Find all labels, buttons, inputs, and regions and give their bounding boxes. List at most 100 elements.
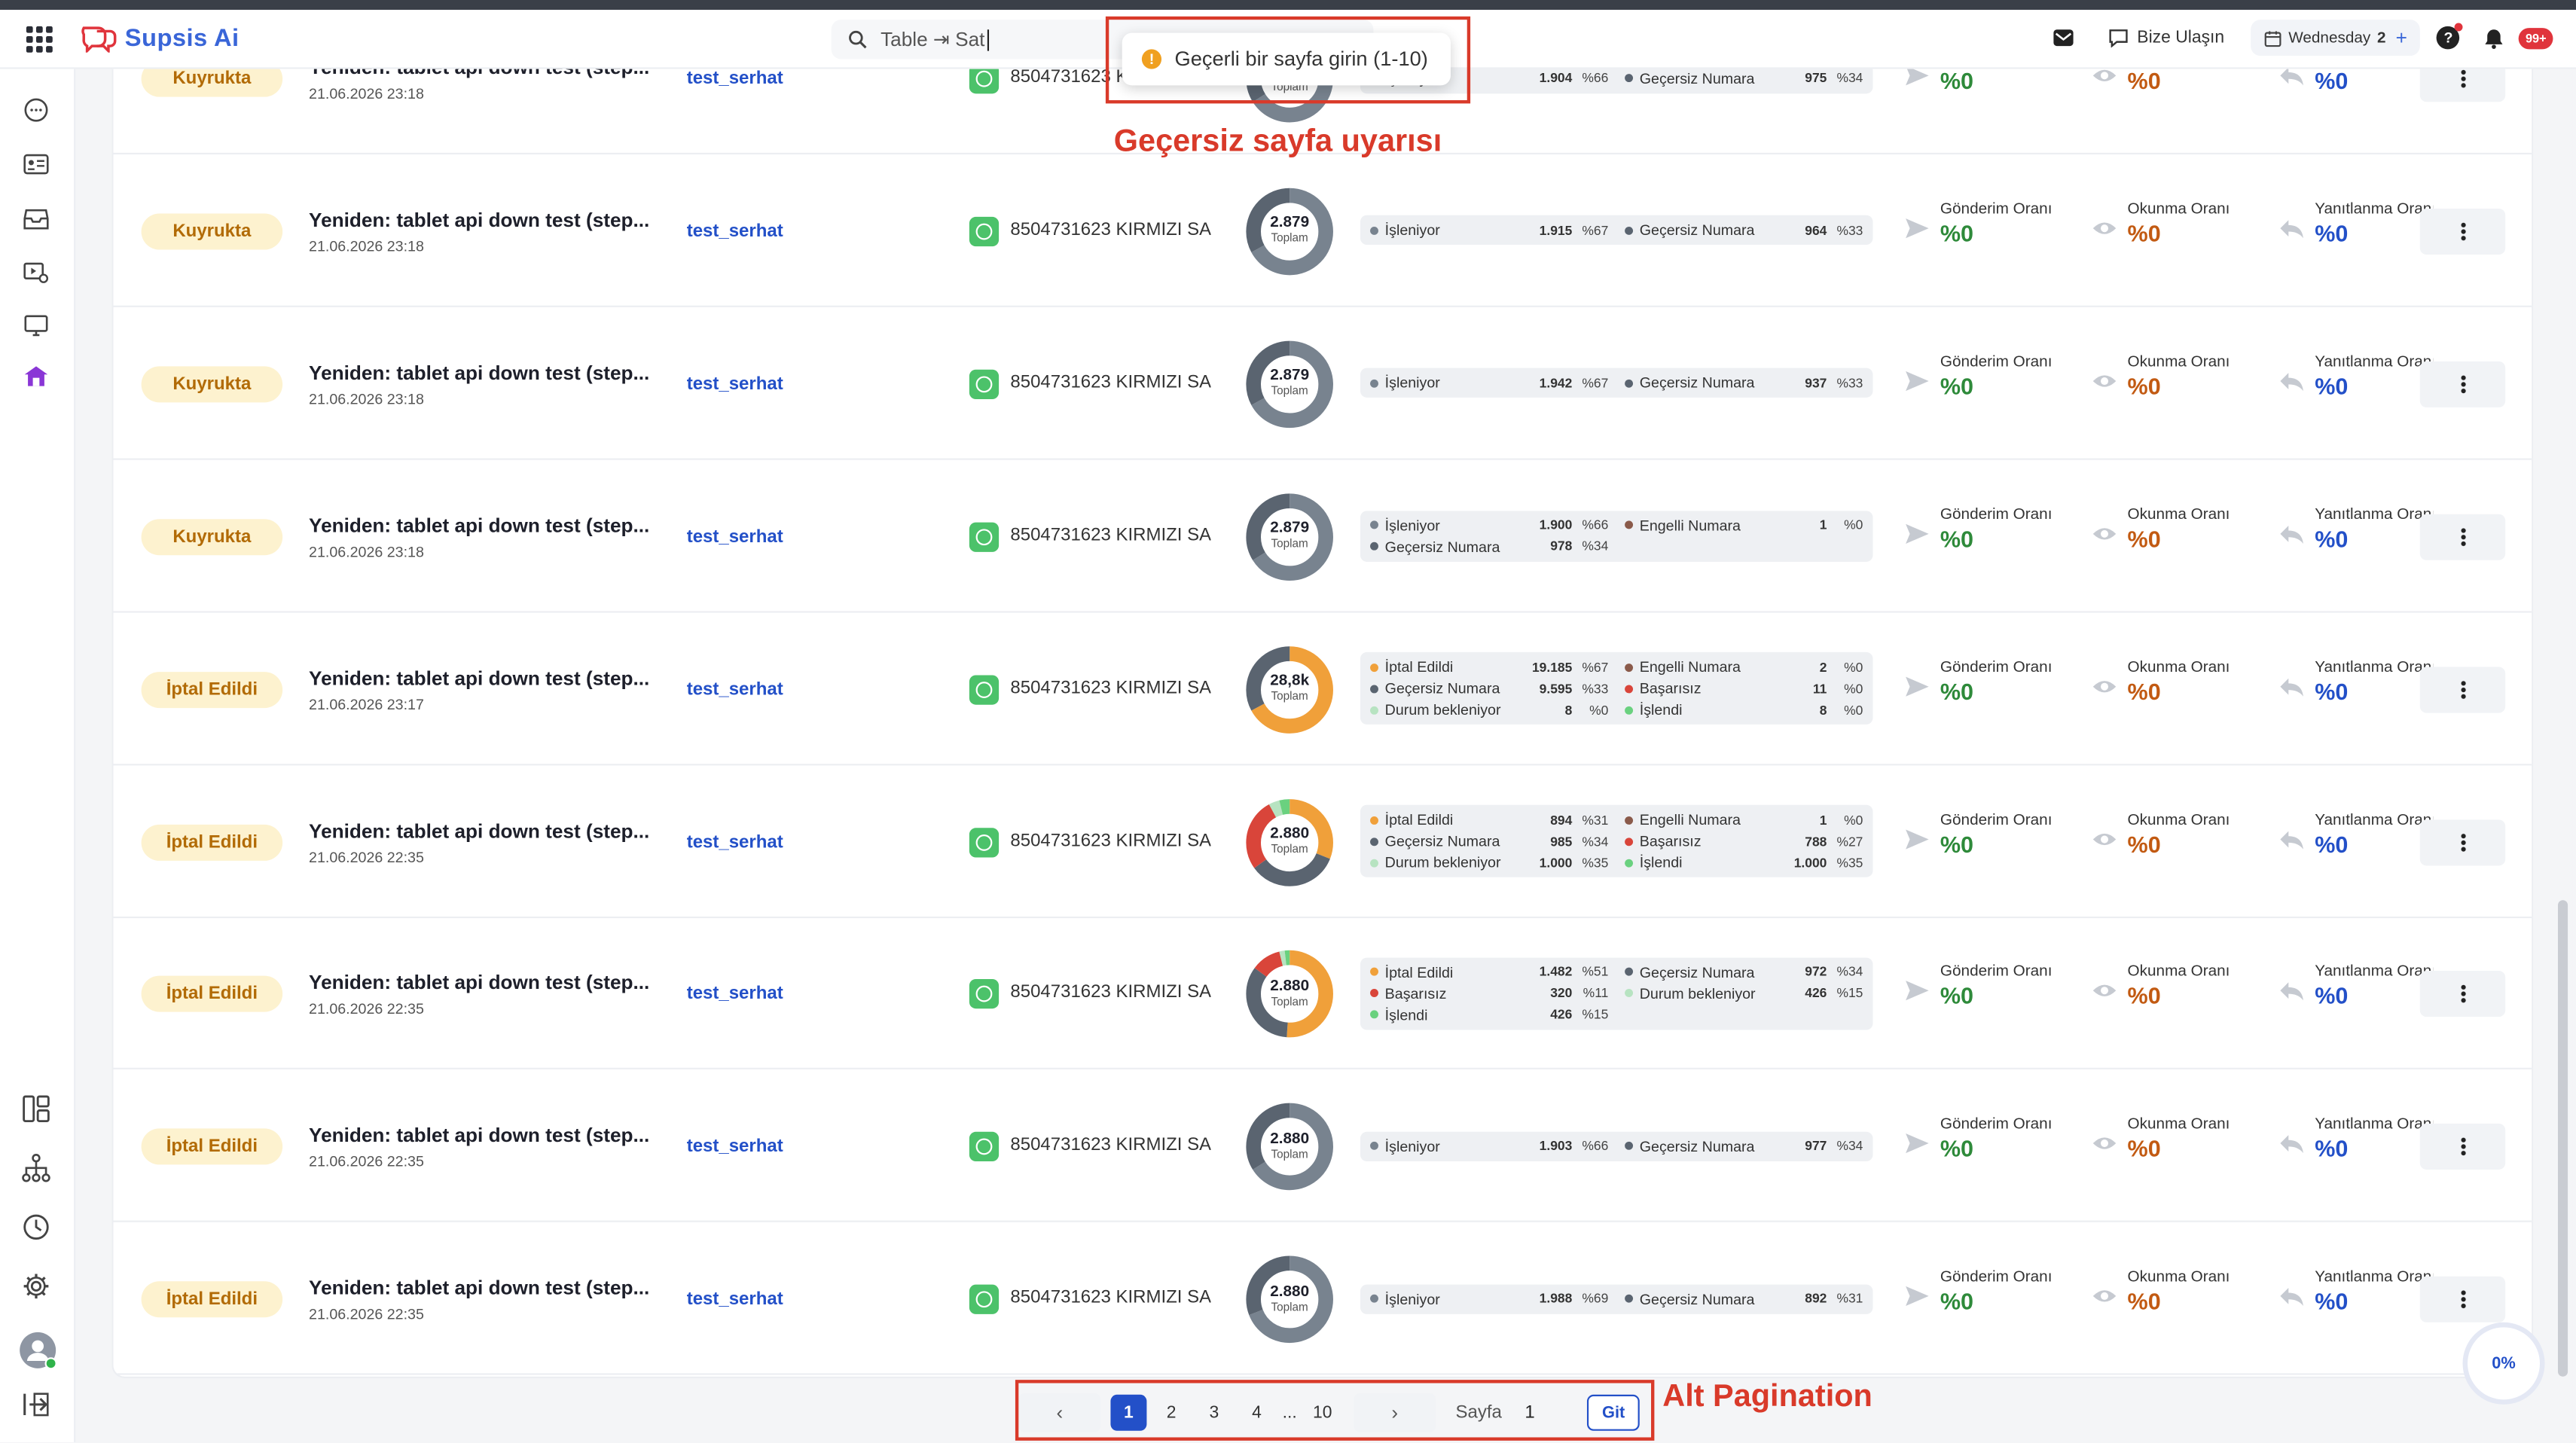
row-menu-button[interactable]: [2419, 69, 2506, 102]
bell-icon[interactable]: [2477, 20, 2513, 56]
campaign-home-icon[interactable]: [21, 362, 50, 391]
sidebar: [0, 69, 76, 1443]
media-settings-icon[interactable]: [21, 258, 50, 287]
send-rate: Gönderim Oranı %0: [1904, 504, 2068, 569]
stat-percent: %66: [1582, 1139, 1609, 1154]
campaign-user[interactable]: test_serhat: [687, 526, 783, 546]
reply-rate-label: Yanıtlanma Oranı: [2315, 505, 2434, 524]
chat-icon[interactable]: [21, 96, 50, 125]
total-count: 2.880: [1270, 977, 1310, 996]
status-breakdown: İptal Edildi 894 %31 Engelli Numara 1 %0…: [1360, 804, 1873, 877]
more-vertical-icon: [2460, 984, 2465, 1005]
total-donut-label: 2.880 Toplam: [1244, 1101, 1335, 1193]
stat-count: 975: [1805, 70, 1827, 86]
read-rate: Okunma Oranı %0: [2092, 69, 2256, 112]
campaign-user[interactable]: test_serhat: [687, 221, 783, 241]
send-rate-label: Gönderim Oranı: [1940, 1268, 2053, 1287]
inbox-icon[interactable]: [21, 203, 50, 233]
help-icon[interactable]: ?: [2437, 23, 2464, 50]
campaign-title[interactable]: Yeniden: tablet api down test (step...: [309, 514, 649, 537]
logout-icon[interactable]: [21, 1390, 50, 1419]
row-menu-button[interactable]: [2419, 208, 2506, 255]
date-picker[interactable]: Wednesday 2 +: [2251, 20, 2421, 56]
campaign-title[interactable]: Yeniden: tablet api down test (step...: [309, 361, 649, 384]
reply-rate-label: Yanıtlanma Oranı: [2315, 657, 2434, 676]
campaign-title[interactable]: Yeniden: tablet api down test (step...: [309, 972, 649, 995]
status-badge: İptal Edildi: [141, 976, 283, 1013]
stat-name: İşlendi: [1639, 854, 1683, 871]
campaign-date: 21.06.2026 23:17: [309, 695, 424, 712]
table-row[interactable]: Kuyrukta Yeniden: tablet api down test (…: [113, 461, 2532, 612]
campaign-title[interactable]: Yeniden: tablet api down test (step...: [309, 819, 649, 842]
table-row[interactable]: İptal Edildi Yeniden: tablet api down te…: [113, 919, 2532, 1070]
table-row[interactable]: İptal Edildi Yeniden: tablet api down te…: [113, 766, 2532, 918]
table-row[interactable]: Kuyrukta Yeniden: tablet api down test (…: [113, 155, 2532, 307]
status-stat: Geçersiz Numara 977 %34: [1625, 1136, 1863, 1156]
monitor-icon[interactable]: [21, 310, 50, 340]
status-dot: [1625, 74, 1634, 83]
layout-panels-icon[interactable]: [21, 1094, 50, 1124]
campaign-title[interactable]: Yeniden: tablet api down test (step...: [309, 1277, 649, 1300]
send-rate: Gönderim Oranı %0: [1904, 962, 2068, 1027]
table-row[interactable]: Kuyrukta Yeniden: tablet api down test (…: [113, 308, 2532, 460]
stat-name: Durum bekleniyor: [1384, 854, 1501, 871]
send-icon: [1906, 1286, 1929, 1307]
campaign-title[interactable]: Yeniden: tablet api down test (step...: [309, 69, 649, 79]
campaign-user[interactable]: test_serhat: [687, 69, 783, 89]
apps-grid-icon[interactable]: [26, 26, 53, 53]
status-dot: [1625, 226, 1634, 235]
campaign-user[interactable]: test_serhat: [687, 1290, 783, 1310]
campaign-user[interactable]: test_serhat: [687, 984, 783, 1004]
campaign-title[interactable]: Yeniden: tablet api down test (step...: [309, 667, 649, 690]
send-rate-value: %0: [1940, 220, 1974, 246]
read-rate-value: %0: [2127, 1288, 2161, 1315]
row-menu-button[interactable]: [2419, 1124, 2506, 1170]
campaign-user[interactable]: test_serhat: [687, 832, 783, 852]
mail-icon[interactable]: [2045, 20, 2081, 56]
read-rate-label: Okunma Oranı: [2127, 963, 2230, 981]
row-menu-button[interactable]: [2419, 666, 2506, 712]
clock-icon[interactable]: [21, 1213, 50, 1242]
stat-percent: %69: [1582, 1291, 1609, 1307]
status-stat: İşlendi 8 %0: [1625, 700, 1863, 719]
stat-name: İptal Edildi: [1384, 811, 1454, 828]
whatsapp-icon: [969, 216, 1000, 246]
send-rate-label: Gönderim Oranı: [1940, 200, 2053, 218]
campaign-date: 21.06.2026 22:35: [309, 1153, 424, 1170]
search-value: Table ⇥ Sat: [881, 28, 985, 51]
stat-percent: %51: [1582, 965, 1609, 980]
plus-icon[interactable]: +: [2396, 26, 2407, 50]
gear-icon[interactable]: [21, 1271, 50, 1301]
reply-rate-label: Yanıtlanma Oranı: [2315, 810, 2434, 829]
stat-count: 426: [1550, 1007, 1573, 1023]
status-dot: [1625, 1142, 1634, 1151]
table-row[interactable]: İptal Edildi Yeniden: tablet api down te…: [113, 1071, 2532, 1223]
table-row[interactable]: İptal Edildi Yeniden: tablet api down te…: [113, 1224, 2532, 1376]
row-menu-button[interactable]: [2419, 971, 2506, 1017]
flow-tree-icon[interactable]: [21, 1153, 50, 1182]
row-menu-button[interactable]: [2419, 514, 2506, 560]
scrollbar-thumb[interactable]: [2558, 900, 2568, 1377]
campaign-user[interactable]: test_serhat: [687, 1137, 783, 1157]
status-breakdown: İptal Edildi 1.482 %51 Geçersiz Numara 9…: [1360, 957, 1873, 1030]
contacts-card-icon[interactable]: [21, 149, 50, 178]
campaign-user[interactable]: test_serhat: [687, 374, 783, 394]
search-icon: [849, 30, 867, 49]
campaign-title[interactable]: Yeniden: tablet api down test (step...: [309, 209, 649, 232]
stat-name: Geçersiz Numara: [1384, 680, 1500, 697]
contact-us-button[interactable]: Bize Ulaşın: [2098, 28, 2234, 48]
campaign-user[interactable]: test_serhat: [687, 679, 783, 699]
reply-rate-value: %0: [2315, 525, 2349, 552]
table-row[interactable]: İptal Edildi Yeniden: tablet api down te…: [113, 613, 2532, 765]
row-menu-button[interactable]: [2419, 819, 2506, 865]
status-stat: İşlendi 426 %15: [1370, 1005, 1608, 1025]
campaign-title[interactable]: Yeniden: tablet api down test (step...: [309, 1124, 649, 1148]
app-logo[interactable]: Supsis Ai: [79, 23, 240, 53]
avatar[interactable]: [18, 1331, 57, 1370]
row-menu-button[interactable]: [2419, 1277, 2506, 1323]
stat-name: İşlendi: [1384, 1006, 1428, 1024]
stat-name: İptal Edildi: [1384, 964, 1454, 981]
more-vertical-icon: [2460, 374, 2465, 395]
row-menu-button[interactable]: [2419, 361, 2506, 407]
sender-phone: 8504731623 KIRMIZI SAN: [1010, 220, 1211, 240]
